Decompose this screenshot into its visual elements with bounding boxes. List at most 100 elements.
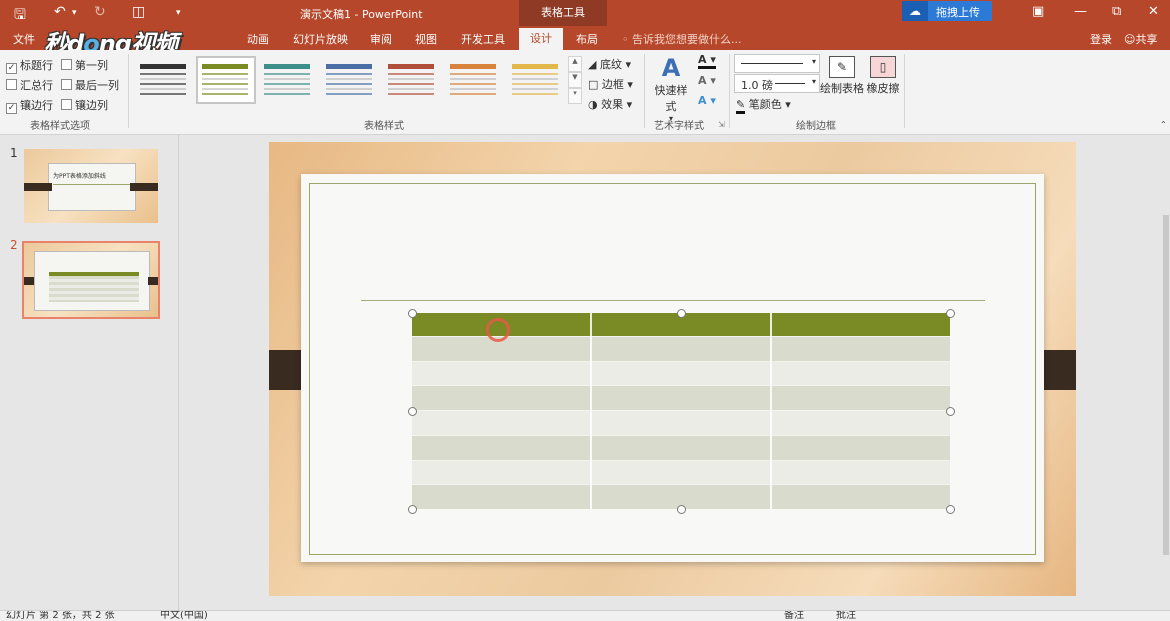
swatch-row	[450, 83, 496, 85]
table-style-swatch[interactable]	[386, 62, 436, 98]
last-column-checkbox[interactable]: 最后一列	[61, 77, 119, 93]
swatch-row	[140, 78, 186, 80]
slide-canvas[interactable]	[269, 142, 1076, 596]
column-divider	[590, 313, 593, 509]
total-row-checkbox[interactable]: 汇总行	[6, 77, 53, 93]
ribbon: ✓ 标题行 第一列 汇总行 最后一列 ✓ 镶边行 镶边列 表格样式选项 ▲ ▼ ▾ …	[0, 50, 1170, 135]
swatch-header	[388, 64, 434, 69]
title-bar: 🖫 ↶ ▾ ↻ ◫ ▾ 演示文稿1 - PowerPoint 表格工具 ☁ 拖拽…	[0, 0, 1170, 26]
close-icon[interactable]: ✕	[1148, 4, 1159, 19]
undo-dropdown-icon[interactable]: ▾	[72, 8, 77, 18]
swatch-row	[326, 73, 372, 75]
tab-layout[interactable]: 布局	[576, 31, 598, 47]
draw-table-icon: ✎	[829, 56, 855, 78]
pen-style-dropdown[interactable]: ▾	[734, 54, 820, 73]
wordart-group-label: 艺术字样式	[654, 121, 704, 132]
vertical-scrollbar[interactable]	[1162, 135, 1170, 610]
checkbox-icon	[6, 79, 17, 90]
eraser-button[interactable]: ▯ 橡皮擦	[866, 54, 900, 96]
resize-handle[interactable]	[946, 505, 955, 514]
swatch-row	[450, 78, 496, 80]
dialog-launcher-icon[interactable]: ⇲	[718, 120, 725, 129]
undo-icon[interactable]: ↶	[54, 4, 66, 20]
gallery-more-icon[interactable]: ▾	[568, 88, 582, 104]
swatch-row	[140, 73, 186, 75]
swatch-row	[264, 78, 310, 80]
slide-table[interactable]	[408, 309, 955, 514]
header-row-checkbox[interactable]: ✓ 标题行	[6, 57, 53, 74]
tab-design[interactable]: 设计	[519, 28, 563, 50]
collapse-ribbon-icon[interactable]: ⌃	[1160, 120, 1167, 129]
swatch-row	[140, 88, 186, 90]
tab-view[interactable]: 视图	[415, 31, 437, 47]
tab-review[interactable]: 审阅	[370, 31, 392, 47]
group-divider	[644, 54, 645, 128]
gallery-down-icon[interactable]: ▼	[568, 72, 582, 88]
gallery-up-icon[interactable]: ▲	[568, 56, 582, 72]
table-style-options-group-label: 表格样式选项	[30, 121, 90, 132]
ribbon-display-options-icon[interactable]: ▣	[1032, 4, 1044, 19]
restore-icon[interactable]: ⧉	[1112, 4, 1121, 19]
pen-weight-dropdown[interactable]: 1.0 磅 ▾	[734, 74, 820, 93]
slide-thumbnail-1[interactable]: 为PPT表格添加斜线	[24, 149, 158, 223]
table-row[interactable]	[412, 434, 950, 460]
resize-handle[interactable]	[946, 407, 955, 416]
swatch-row	[202, 73, 248, 75]
table-style-swatch[interactable]	[324, 62, 374, 98]
text-outline-icon[interactable]: A ▾	[698, 74, 716, 87]
group-divider	[904, 54, 905, 128]
share-button[interactable]: ☺共享	[1124, 31, 1157, 47]
pen-style-line	[741, 63, 803, 64]
table-row[interactable]	[412, 385, 950, 411]
slide-thumbnail-2[interactable]	[22, 241, 160, 319]
sign-in-link[interactable]: 登录	[1090, 31, 1112, 47]
first-column-checkbox[interactable]: 第一列	[61, 57, 108, 73]
shading-button[interactable]: ◢ 底纹 ▾	[588, 56, 631, 72]
borders-button[interactable]: □ 边框 ▾	[588, 76, 633, 92]
effects-button[interactable]: ◑ 效果 ▾	[588, 96, 632, 112]
tab-developer[interactable]: 开发工具	[461, 31, 505, 47]
table-style-swatch[interactable]	[138, 62, 188, 98]
tell-me-search[interactable]: ◦ 告诉我您想要做什么...	[622, 31, 742, 47]
customize-toolbar-icon[interactable]: ▾	[176, 8, 181, 18]
resize-handle[interactable]	[408, 505, 417, 514]
table-row[interactable]	[412, 360, 950, 386]
swatch-row	[264, 83, 310, 85]
tab-animations[interactable]: 动画	[247, 31, 269, 47]
swatch-row	[450, 88, 496, 90]
tab-file[interactable]: 文件	[13, 31, 35, 47]
table-style-swatch[interactable]	[448, 62, 498, 98]
table-style-swatch[interactable]	[262, 62, 312, 98]
tab-slideshow[interactable]: 幻灯片放映	[293, 31, 348, 47]
cloud-upload-button[interactable]: ☁ 拖拽上传	[902, 1, 992, 21]
resize-handle[interactable]	[408, 309, 417, 318]
scroll-thumb[interactable]	[1163, 215, 1169, 555]
draw-table-button[interactable]: ✎ 绘制表格	[820, 54, 864, 96]
resize-handle[interactable]	[946, 309, 955, 318]
resize-handle[interactable]	[677, 309, 686, 318]
slideshow-from-start-icon[interactable]: ◫	[132, 4, 145, 20]
resize-handle[interactable]	[677, 505, 686, 514]
table-row[interactable]	[412, 410, 950, 435]
eraser-icon: ▯	[870, 56, 896, 78]
swatch-row	[512, 88, 558, 90]
table-style-swatch[interactable]	[200, 62, 250, 98]
share-label: 共享	[1135, 33, 1158, 46]
redo-icon[interactable]: ↻	[94, 4, 106, 20]
text-fill-icon[interactable]: A ▾	[698, 54, 716, 69]
table-style-swatch[interactable]	[510, 62, 560, 98]
banded-rows-checkbox[interactable]: ✓ 镶边行	[6, 97, 53, 114]
person-icon: ☺	[1124, 33, 1136, 46]
swatch-header	[326, 64, 372, 69]
text-effects-icon[interactable]: A ▾	[698, 94, 716, 107]
save-icon[interactable]: 🖫	[14, 4, 26, 28]
pen-color-button[interactable]: ✎ 笔颜色 ▾	[736, 96, 791, 114]
group-divider	[128, 54, 129, 128]
swatch-row	[512, 73, 558, 75]
minimize-icon[interactable]: —	[1074, 4, 1087, 19]
banded-columns-checkbox[interactable]: 镶边列	[61, 97, 108, 113]
resize-handle[interactable]	[408, 407, 417, 416]
quick-styles-button[interactable]: A 快速样式 ▾	[650, 54, 692, 123]
eraser-label: 橡皮擦	[866, 82, 900, 95]
table-row[interactable]	[412, 459, 950, 485]
